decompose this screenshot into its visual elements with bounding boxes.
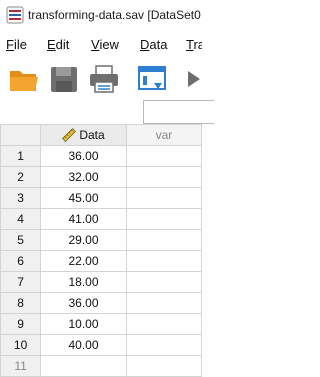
save-icon[interactable] [48, 63, 80, 95]
menu-bar: File Edit View Data Tra [0, 30, 202, 60]
table-row: 11 [0, 355, 203, 377]
data-cell[interactable]: 40.00 [40, 334, 127, 356]
toolbar [0, 60, 202, 100]
menu-file[interactable]: File [6, 37, 27, 52]
data-cell[interactable]: 45.00 [40, 187, 127, 209]
data-cell[interactable] [40, 355, 127, 377]
data-cell[interactable]: 36.00 [40, 292, 127, 314]
row-number[interactable]: 11 [0, 355, 42, 377]
table-row: 8 36.00 [0, 292, 203, 314]
grid-corner[interactable] [0, 124, 42, 146]
row-number[interactable]: 10 [0, 334, 42, 356]
data-cell[interactable]: 41.00 [40, 208, 127, 230]
data-cell[interactable]: 18.00 [40, 271, 127, 293]
data-cell[interactable]: 32.00 [40, 166, 127, 188]
table-row: 6 22.00 [0, 250, 203, 272]
column-header-data[interactable]: Data [40, 124, 127, 146]
empty-cell[interactable] [125, 334, 203, 356]
spss-app-icon [6, 6, 24, 24]
row-number[interactable]: 1 [0, 145, 42, 167]
dialog-recall-icon[interactable] [136, 63, 168, 95]
row-number[interactable]: 5 [0, 229, 42, 251]
table-row: 3 45.00 [0, 187, 203, 209]
data-cell[interactable]: 29.00 [40, 229, 127, 251]
print-icon[interactable] [88, 63, 120, 95]
table-row: 4 41.00 [0, 208, 203, 230]
empty-cell[interactable] [125, 145, 203, 167]
undo-icon[interactable] [186, 63, 202, 95]
table-row: 2 32.00 [0, 166, 203, 188]
row-number[interactable]: 8 [0, 292, 42, 314]
column-name-data: Data [79, 127, 105, 142]
title-bar: transforming-data.sav [DataSet0 [0, 0, 202, 30]
table-row: 10 40.00 [0, 334, 203, 356]
empty-cell[interactable] [125, 313, 203, 335]
row-number[interactable]: 7 [0, 271, 42, 293]
cell-value-field[interactable] [143, 100, 214, 124]
empty-cell[interactable] [125, 187, 203, 209]
empty-cell[interactable] [125, 355, 203, 377]
table-row: 7 18.00 [0, 271, 203, 293]
empty-cell[interactable] [125, 292, 203, 314]
row-number[interactable]: 3 [0, 187, 42, 209]
row-number[interactable]: 9 [0, 313, 42, 335]
row-number[interactable]: 2 [0, 166, 42, 188]
table-row: 1 36.00 [0, 145, 203, 167]
empty-cell[interactable] [125, 250, 203, 272]
data-cell[interactable]: 22.00 [40, 250, 127, 272]
empty-cell[interactable] [125, 208, 203, 230]
column-header-var[interactable]: var [125, 124, 203, 146]
table-row: 5 29.00 [0, 229, 203, 251]
data-cell[interactable]: 10.00 [40, 313, 127, 335]
row-number[interactable]: 6 [0, 250, 42, 272]
window-title: transforming-data.sav [DataSet0 [28, 8, 201, 22]
row-number[interactable]: 4 [0, 208, 42, 230]
cell-editor-bar [0, 100, 214, 124]
menu-view[interactable]: View [91, 37, 119, 52]
menu-edit[interactable]: Edit [47, 37, 69, 52]
empty-cell[interactable] [125, 166, 203, 188]
data-grid: Data var 1 36.00 2 32.00 3 45.00 4 41.00 5 29… [0, 124, 203, 377]
empty-cell[interactable] [125, 271, 203, 293]
scale-ruler-icon [62, 128, 77, 143]
menu-data[interactable]: Data [140, 37, 167, 52]
menu-transform[interactable]: Tra [186, 37, 202, 52]
open-folder-icon[interactable] [8, 63, 40, 95]
data-cell[interactable]: 36.00 [40, 145, 127, 167]
table-row: 9 10.00 [0, 313, 203, 335]
empty-cell[interactable] [125, 229, 203, 251]
